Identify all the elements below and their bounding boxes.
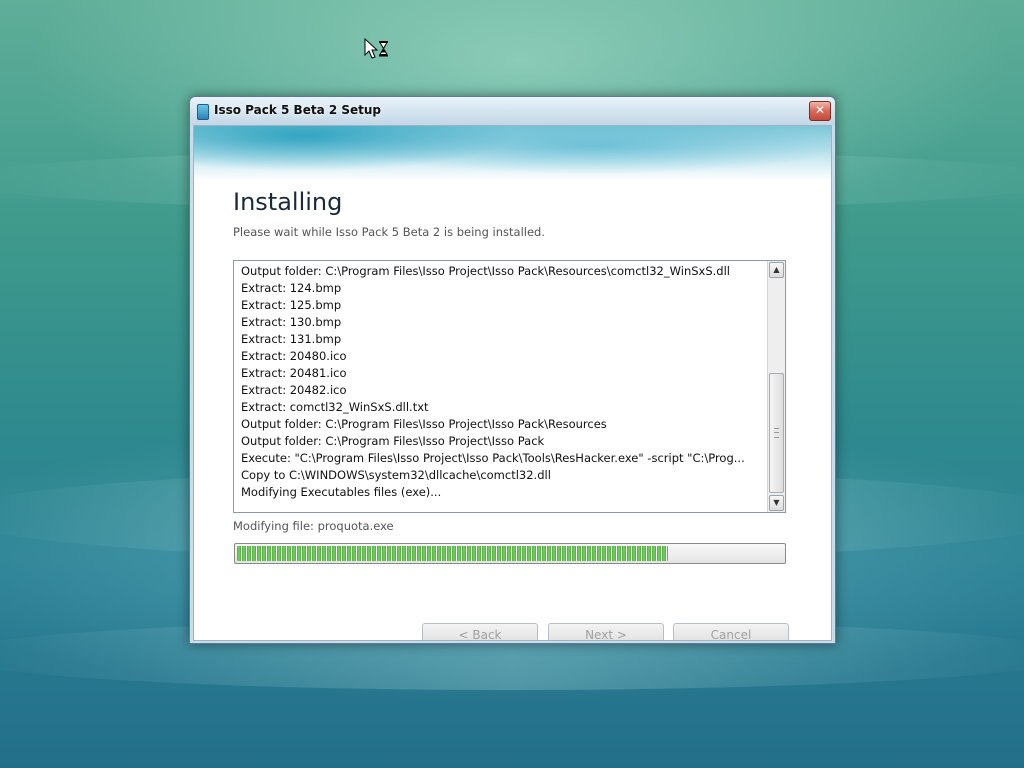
install-log-list[interactable]: Output folder: C:\Program Files\Isso Pro… [233, 260, 786, 513]
log-line: Execute: "C:\Program Files\Isso Project\… [241, 451, 745, 465]
busy-cursor-icon [364, 38, 388, 59]
title-bar[interactable]: Isso Pack 5 Beta 2 Setup ✕ [190, 97, 835, 125]
scroll-down-button[interactable]: ▼ [769, 495, 784, 511]
progress-fill [237, 546, 668, 561]
log-line: Extract: 20482.ico [241, 383, 347, 397]
page-subtitle: Please wait while Isso Pack 5 Beta 2 is … [233, 225, 545, 239]
log-scrollbar[interactable]: ▲ ▼ [767, 261, 785, 512]
grip-icon [774, 428, 779, 438]
next-button[interactable]: Next > [548, 623, 664, 640]
chevron-up-icon: ▲ [773, 265, 780, 274]
scroll-thumb[interactable] [769, 373, 784, 493]
log-line: Output folder: C:\Program Files\Isso Pro… [241, 264, 730, 278]
install-progress-bar [234, 543, 786, 564]
log-line: Extract: comctl32_WinSxS.dll.txt [241, 400, 429, 414]
log-line: Output folder: C:\Program Files\Isso Pro… [241, 417, 607, 431]
log-line: Output folder: C:\Program Files\Isso Pro… [241, 434, 545, 448]
log-line: Extract: 130.bmp [241, 315, 342, 329]
log-line: Extract: 131.bmp [241, 332, 342, 346]
log-line: Extract: 20481.ico [241, 366, 347, 380]
setup-window: Isso Pack 5 Beta 2 Setup ✕ Installing Pl… [189, 96, 836, 644]
close-button[interactable]: ✕ [809, 101, 831, 121]
cancel-button[interactable]: Cancel [673, 623, 789, 640]
log-line: Extract: 125.bmp [241, 298, 342, 312]
log-lines: Output folder: C:\Program Files\Isso Pro… [241, 263, 763, 501]
status-text: Modifying file: proquota.exe [233, 519, 394, 533]
page-title: Installing [233, 188, 343, 216]
log-line: Copy to C:\WINDOWS\system32\dllcache\com… [241, 468, 551, 482]
chevron-down-icon: ▼ [773, 498, 780, 507]
setup-app-icon [197, 104, 209, 120]
log-line: Modifying Executables files (exe)... [241, 485, 442, 499]
header-banner [194, 126, 831, 181]
desktop-background: Isso Pack 5 Beta 2 Setup ✕ Installing Pl… [0, 0, 1024, 768]
window-title: Isso Pack 5 Beta 2 Setup [214, 103, 382, 117]
log-line: Extract: 20480.ico [241, 349, 347, 363]
installer-page: Installing Please wait while Isso Pack 5… [193, 125, 832, 641]
close-icon: ✕ [814, 103, 826, 117]
back-button[interactable]: < Back [422, 623, 538, 640]
scroll-up-button[interactable]: ▲ [769, 262, 784, 278]
log-line: Extract: 124.bmp [241, 281, 342, 295]
